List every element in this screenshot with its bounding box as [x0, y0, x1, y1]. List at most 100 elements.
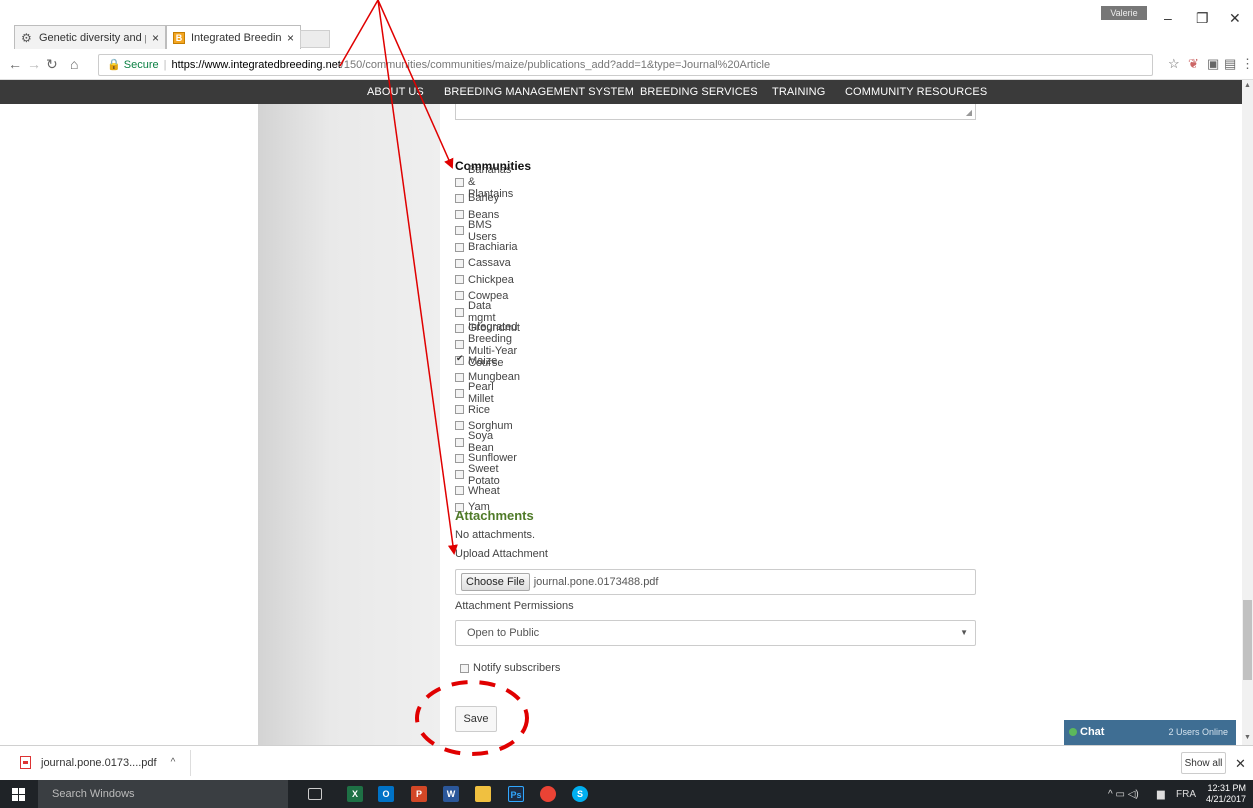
community-option[interactable]: Integrated Breeding Multi-Year Course — [455, 321, 518, 369]
community-checkbox[interactable] — [455, 177, 464, 187]
community-checkbox[interactable] — [455, 388, 464, 398]
nav-training[interactable]: TRAINING — [772, 86, 825, 98]
language-indicator[interactable]: FRA — [1176, 789, 1196, 800]
community-label: Wheat — [468, 484, 500, 497]
lock-icon: 🔒 — [107, 59, 121, 71]
community-checkbox[interactable] — [455, 193, 464, 203]
community-option[interactable]: Wheat — [455, 484, 500, 498]
skype-icon[interactable]: S — [572, 786, 588, 802]
notify-checkbox[interactable] — [460, 663, 469, 673]
upload-attachment-label: Upload Attachment — [455, 548, 548, 560]
community-checkbox[interactable] — [455, 258, 464, 268]
community-checkbox[interactable] — [455, 226, 464, 236]
taskbar-clock[interactable]: 12:31 PM 4/21/2017 — [1206, 783, 1246, 805]
url-input[interactable]: 🔒 Secure | https://www.integratedbreeding.… — [98, 54, 1153, 76]
word-icon[interactable]: W — [443, 786, 459, 802]
scroll-thumb[interactable] — [1243, 600, 1252, 680]
show-all-button[interactable]: Show all — [1181, 752, 1226, 774]
maximize-icon[interactable]: ❐ — [1196, 10, 1209, 27]
community-option[interactable]: Soya Bean — [455, 430, 494, 454]
photoshop-icon[interactable]: Ps — [508, 786, 524, 802]
community-option[interactable]: Chickpea — [455, 273, 514, 287]
tray-icons[interactable]: ^ ▭ ◁) — [1108, 789, 1139, 800]
community-option[interactable]: BMS Users — [455, 219, 497, 243]
extension-icon[interactable]: ▣ — [1207, 56, 1219, 72]
chat-label: Chat — [1080, 726, 1105, 738]
community-checkbox[interactable] — [455, 323, 464, 333]
page-scrollbar[interactable]: ▲ ▼ — [1242, 80, 1253, 745]
new-tab-button[interactable] — [300, 30, 330, 48]
notification-icon[interactable]: ▆ — [1157, 789, 1165, 800]
chevron-up-icon[interactable]: ^ — [171, 757, 176, 768]
pdf-file-icon — [20, 756, 31, 769]
community-option[interactable]: Brachiaria — [455, 240, 518, 254]
close-icon[interactable]: ✕ — [1235, 756, 1246, 772]
nav-breeding-services[interactable]: BREEDING SERVICES — [640, 86, 758, 98]
powerpoint-icon[interactable]: P — [411, 786, 427, 802]
reload-icon[interactable]: ↻ — [46, 56, 58, 73]
forward-arrow-icon[interactable]: → — [27, 56, 41, 72]
community-checkbox[interactable] — [455, 486, 464, 496]
extension-icon[interactable]: ▤ — [1224, 56, 1236, 72]
windows-start-icon[interactable] — [12, 788, 25, 801]
community-checkbox[interactable] — [455, 307, 464, 317]
close-icon[interactable]: × — [152, 31, 159, 45]
scroll-up-icon[interactable]: ▲ — [1242, 82, 1253, 89]
star-icon[interactable]: ☆ — [1168, 56, 1180, 72]
community-checkbox[interactable] — [455, 421, 464, 431]
community-option[interactable]: Rice — [455, 403, 490, 417]
form-column — [440, 104, 992, 745]
community-option[interactable]: Pearl Millet — [455, 381, 494, 405]
attachment-permissions-select[interactable]: Open to Public ▼ — [455, 620, 976, 646]
nav-breeding-management-system[interactable]: BREEDING MANAGEMENT SYSTEM — [444, 86, 634, 98]
tab-genetic-diversity[interactable]: ⚙ Genetic diversity and po × — [14, 25, 166, 49]
save-button[interactable]: Save — [455, 706, 497, 732]
community-option[interactable]: Bananas & Plantains — [455, 164, 513, 200]
community-checkbox[interactable] — [455, 437, 464, 447]
community-option[interactable]: Maize — [455, 353, 497, 368]
nav-community-resources[interactable]: COMMUNITY RESOURCES — [845, 86, 987, 98]
task-view-icon[interactable] — [308, 788, 322, 800]
close-icon[interactable]: × — [287, 31, 294, 45]
community-option[interactable]: Barley — [455, 191, 499, 205]
community-checkbox[interactable] — [455, 275, 464, 284]
community-checkbox[interactable] — [455, 372, 464, 382]
community-option[interactable]: Sweet Potato — [455, 463, 500, 487]
community-option[interactable]: Cassava — [455, 256, 511, 270]
profile-button[interactable]: Valerie — [1101, 6, 1147, 20]
choose-file-button[interactable]: Choose File — [461, 573, 530, 591]
excel-icon[interactable]: X — [347, 786, 363, 802]
online-status-icon — [1069, 728, 1077, 736]
community-checkbox[interactable] — [455, 405, 464, 414]
chrome-icon[interactable] — [540, 786, 556, 802]
outlook-icon[interactable]: O — [378, 786, 394, 802]
menu-icon[interactable]: ⋮ — [1241, 56, 1253, 72]
community-checkbox[interactable] — [455, 291, 464, 301]
notify-subscribers-option[interactable]: Notify subscribers — [460, 661, 560, 675]
community-checkbox[interactable] — [455, 210, 464, 219]
community-checkbox[interactable] — [455, 242, 464, 252]
resize-grip-icon[interactable]: ◢ — [966, 108, 972, 117]
url-path: /150/communities/communities/maize/publi… — [340, 59, 771, 71]
scroll-down-icon[interactable]: ▼ — [1242, 734, 1253, 741]
file-explorer-icon[interactable] — [475, 786, 491, 802]
tab-integrated-breeding[interactable]: B Integrated Breeding Plat × — [166, 25, 301, 49]
nav-about-us[interactable]: ABOUT US — [367, 86, 424, 98]
chat-widget[interactable]: Chat 2 Users Online — [1064, 720, 1236, 745]
community-checkbox[interactable] — [455, 453, 464, 463]
attachments-heading: Attachments — [455, 508, 534, 523]
community-label: Barley — [468, 192, 500, 205]
window-close-icon[interactable]: ✕ — [1229, 10, 1241, 27]
community-checkbox[interactable] — [455, 353, 464, 366]
community-option[interactable]: Data mgmt — [455, 300, 496, 324]
home-icon[interactable]: ⌂ — [70, 56, 78, 72]
back-arrow-icon[interactable]: ← — [8, 56, 22, 72]
minimize-icon[interactable]: – — [1164, 10, 1172, 26]
taskbar-search-input[interactable]: Search Windows — [38, 780, 288, 808]
abstract-textarea[interactable]: ◢ — [455, 104, 976, 120]
download-item[interactable]: journal.pone.0173....pdf ^ — [20, 756, 175, 769]
extension-icon[interactable]: ❦ — [1188, 56, 1199, 72]
community-checkbox[interactable] — [455, 470, 464, 479]
clock-date: 4/21/2017 — [1206, 794, 1247, 804]
community-checkbox[interactable] — [455, 340, 464, 349]
